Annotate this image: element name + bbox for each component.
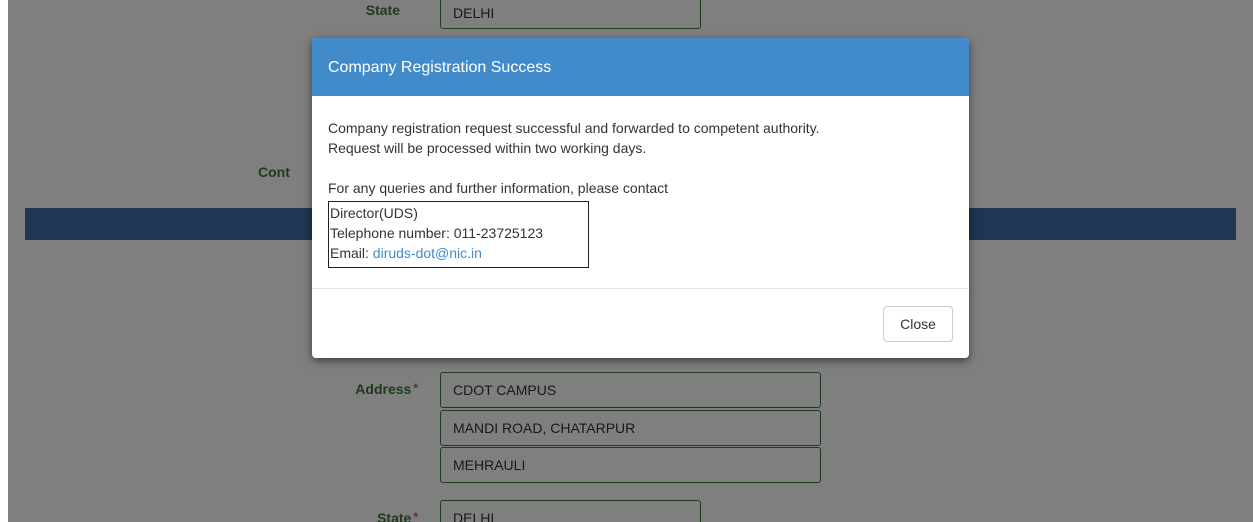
contact-intro-text: For any queries and further information,… — [328, 180, 669, 196]
dialog-header: Company Registration Success — [312, 38, 969, 96]
email-label: Email: — [330, 245, 373, 261]
contact-name: Director(UDS) — [330, 205, 418, 221]
contact-telephone-row: Telephone number: 011-23725123 — [330, 223, 588, 243]
dialog-body: Company registration request successful … — [328, 118, 953, 198]
dialog-title: Company Registration Success — [328, 59, 552, 76]
contact-email-row: Email: diruds-dot@nic.in — [330, 243, 588, 263]
telephone-number: 011-23725123 — [453, 225, 544, 241]
email-link[interactable]: diruds-dot@nic.in — [373, 245, 482, 261]
telephone-label: Telephone number: — [330, 225, 454, 241]
close-button[interactable]: Close — [883, 306, 953, 342]
registration-success-dialog: Company Registration Success Company reg… — [312, 38, 969, 358]
success-message-line-2: Request will be processed within two wor… — [328, 140, 647, 156]
dialog-footer: Close — [312, 288, 969, 358]
contact-info-box: Director(UDS) Telephone number: 011-2372… — [328, 201, 589, 268]
success-message-line-1: Company registration request successful … — [328, 120, 820, 136]
